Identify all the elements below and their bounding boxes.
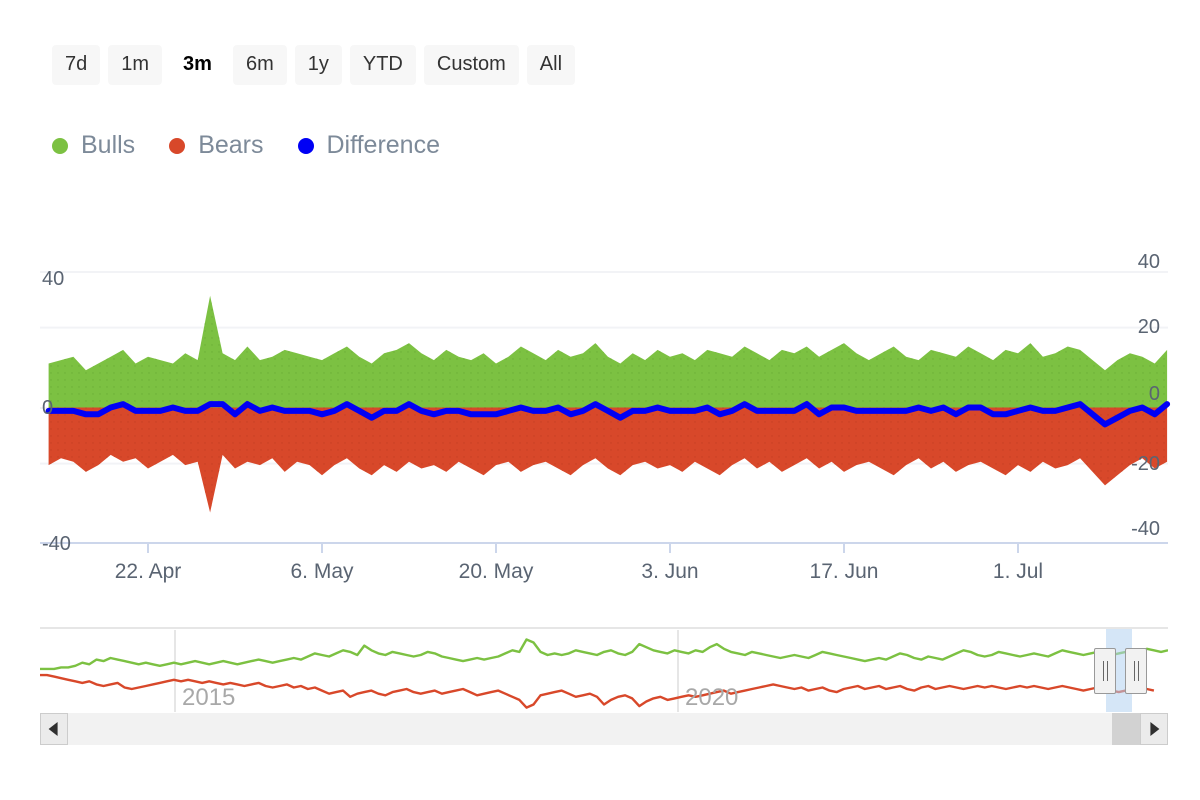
y-tick-right-neg40: -40 bbox=[1131, 518, 1160, 540]
x-axis-labels: 22. Apr 6. May 20. May 3. Jun 17. Jun 1.… bbox=[115, 560, 1043, 583]
y-tick-right-0: 0 bbox=[1149, 383, 1160, 405]
y-tick-right-40: 40 bbox=[1138, 251, 1160, 273]
x-tick-label-1: 6. May bbox=[290, 560, 354, 583]
chevron-right-icon bbox=[1150, 722, 1160, 736]
x-tick-label-4: 17. Jun bbox=[810, 560, 879, 583]
chart-scrollbar[interactable] bbox=[40, 713, 1168, 745]
y-tick-right-neg20: -20 bbox=[1131, 453, 1160, 475]
grip-line bbox=[1103, 661, 1104, 681]
scrollbar-left-button[interactable] bbox=[40, 713, 68, 745]
x-tick-label-0: 22. Apr bbox=[115, 560, 182, 583]
navigator-year-2015: 2015 bbox=[182, 684, 235, 711]
scrollbar-right-button[interactable] bbox=[1140, 713, 1168, 745]
x-tick-label-2: 20. May bbox=[459, 560, 534, 583]
stock-chart: 40 0 -40 40 20 0 -20 -40 22. Apr 6. May … bbox=[40, 251, 1171, 712]
scrollbar-thumb[interactable] bbox=[1112, 713, 1140, 745]
navigator[interactable]: 2015 2020 bbox=[40, 627, 1168, 712]
x-tick-label-5: 1. Jul bbox=[993, 560, 1043, 583]
chevron-left-icon bbox=[48, 722, 58, 736]
grip-line bbox=[1107, 661, 1108, 681]
grip-line bbox=[1138, 661, 1139, 681]
bulls-area-texture bbox=[48, 295, 1168, 408]
y-tick-right-20: 20 bbox=[1138, 316, 1160, 338]
navigator-bulls-line bbox=[40, 638, 1168, 671]
scrollbar-track[interactable] bbox=[68, 713, 1140, 745]
bears-area-texture bbox=[48, 407, 1168, 513]
navigator-handle-right[interactable] bbox=[1125, 648, 1147, 694]
x-axis bbox=[40, 542, 1168, 553]
y-tick-left-40: 40 bbox=[42, 268, 64, 290]
grip-line bbox=[1134, 661, 1135, 681]
navigator-handle-left[interactable] bbox=[1094, 648, 1116, 694]
x-tick-label-3: 3. Jun bbox=[641, 560, 698, 583]
y-tick-left-neg40: -40 bbox=[42, 533, 71, 555]
navigator-year-2020: 2020 bbox=[685, 684, 738, 711]
y-tick-left-0: 0 bbox=[42, 397, 53, 419]
